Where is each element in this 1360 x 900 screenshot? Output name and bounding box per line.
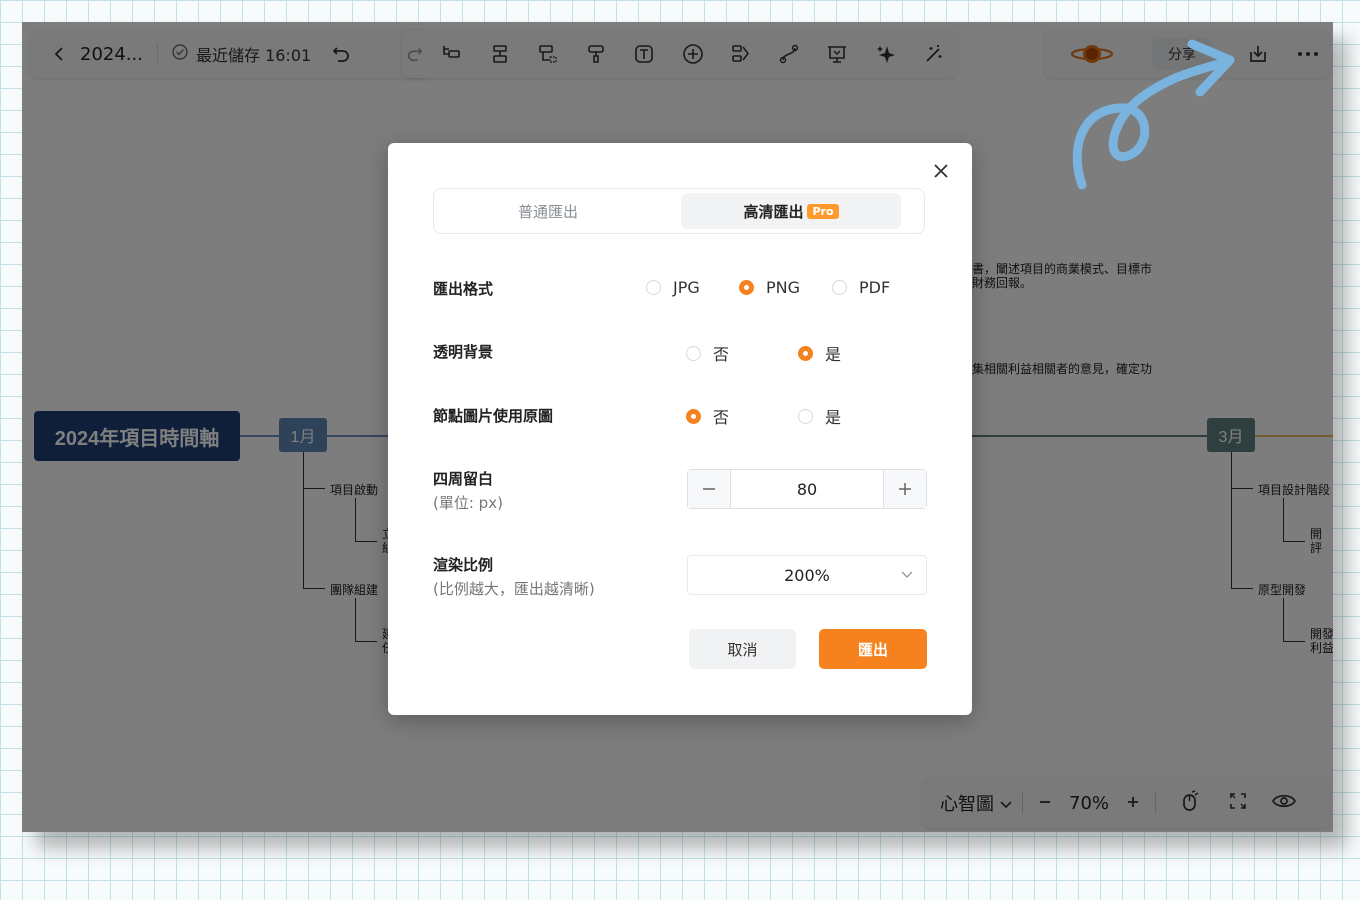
scale-label: 渲染比例 xyxy=(433,556,494,574)
original-image-label: 節點圖片使用原圖 xyxy=(433,407,554,425)
tab-hd-export[interactable]: 高清匯出 Pro xyxy=(681,193,901,229)
radio-label: 否 xyxy=(713,345,730,364)
export-button[interactable]: 匯出 xyxy=(819,629,927,669)
chevron-down-icon xyxy=(900,566,914,585)
scale-select[interactable]: 200% xyxy=(687,555,927,595)
increment-button[interactable] xyxy=(884,470,926,508)
padding-stepper: 80 xyxy=(687,469,927,509)
radio-circle xyxy=(832,280,847,295)
tab-hd-label: 高清匯出 xyxy=(743,202,804,221)
radio-label: JPG xyxy=(673,278,700,297)
export-dialog: 普通匯出 高清匯出 Pro 匯出格式 JPG PNG PDF 透明背景 否 是 … xyxy=(388,143,972,715)
radio-circle-selected xyxy=(798,345,813,361)
radio-circle xyxy=(798,408,813,424)
radio-original-no[interactable]: 否 xyxy=(686,404,729,428)
tab-normal-export[interactable]: 普通匯出 xyxy=(438,193,658,229)
radio-circle xyxy=(686,345,701,361)
radio-label: PDF xyxy=(859,278,891,297)
radio-transparent-no[interactable]: 否 xyxy=(686,341,729,365)
padding-input[interactable]: 80 xyxy=(730,470,884,508)
format-label: 匯出格式 xyxy=(433,280,494,298)
radio-label: 是 xyxy=(825,345,842,364)
cancel-button[interactable]: 取消 xyxy=(689,629,796,669)
radio-circle xyxy=(646,280,661,295)
padding-unit: (單位: px) xyxy=(433,494,503,512)
export-mode-tabs: 普通匯出 高清匯出 Pro xyxy=(433,188,925,234)
radio-pdf[interactable]: PDF xyxy=(832,278,890,297)
pro-badge: Pro xyxy=(807,203,839,219)
radio-png[interactable]: PNG xyxy=(739,278,800,297)
radio-label: 是 xyxy=(825,408,842,427)
radio-label: PNG xyxy=(766,278,801,297)
annotation-arrow xyxy=(1072,39,1235,190)
transparent-bg-label: 透明背景 xyxy=(433,343,494,361)
radio-circle-selected xyxy=(686,408,701,424)
radio-circle-selected xyxy=(739,280,754,295)
radio-label: 否 xyxy=(713,408,730,427)
radio-jpg[interactable]: JPG xyxy=(646,278,700,297)
radio-original-yes[interactable]: 是 xyxy=(798,404,841,428)
decrement-button[interactable] xyxy=(688,470,730,508)
padding-label: 四周留白 xyxy=(433,470,494,488)
scale-value: 200% xyxy=(784,565,830,585)
close-icon[interactable] xyxy=(929,159,953,183)
scale-hint: (比例越大，匯出越清晰) xyxy=(433,580,595,598)
radio-transparent-yes[interactable]: 是 xyxy=(798,341,841,365)
